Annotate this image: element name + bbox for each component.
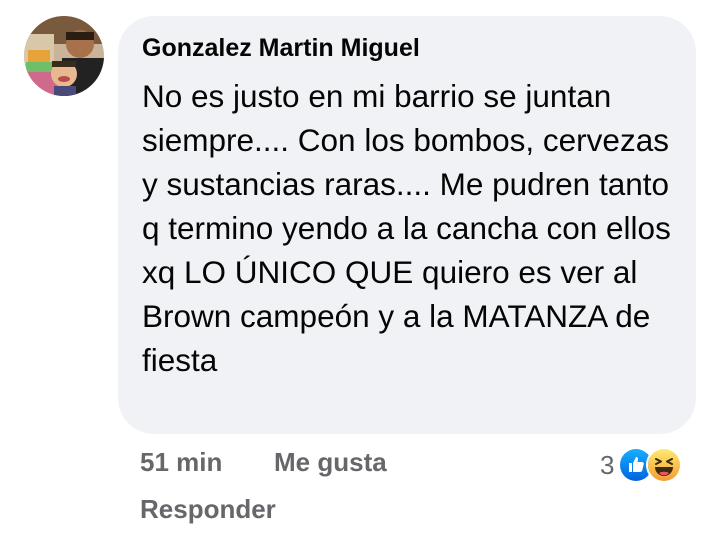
- reaction-count: 3: [600, 449, 615, 480]
- author-avatar[interactable]: [24, 16, 104, 96]
- reactions-summary[interactable]: 3: [600, 446, 683, 484]
- avatar-photo: [24, 16, 104, 96]
- comment-text: No es justo en mi barrio se juntan siemp…: [142, 78, 671, 378]
- comment-timestamp[interactable]: 51 min: [140, 447, 222, 478]
- comment-author-name[interactable]: Gonzalez Martin Miguel: [142, 34, 420, 63]
- haha-icon: [646, 447, 683, 483]
- comment-bubble: Gonzalez Martin Miguel No es justo en mi…: [118, 16, 696, 434]
- comment: Gonzalez Martin Miguel No es justo en mi…: [0, 0, 720, 535]
- reply-button[interactable]: Responder: [140, 494, 276, 525]
- like-button[interactable]: Me gusta: [274, 447, 387, 478]
